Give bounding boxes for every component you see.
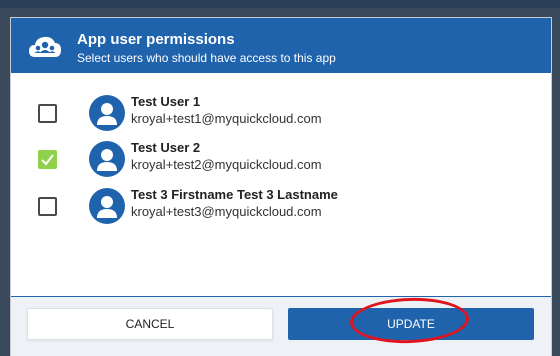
update-button[interactable]: UPDATE	[288, 308, 534, 340]
cancel-button[interactable]: CANCEL	[27, 308, 273, 340]
dialog-header: App user permissions Select users who sh…	[11, 18, 551, 73]
user-row: Test User 2 kroyal+test2@myquickcloud.co…	[11, 138, 551, 182]
user-name: Test User 1	[131, 94, 201, 109]
dialog-footer: CANCEL UPDATE	[11, 296, 551, 356]
user-email: kroyal+test1@myquickcloud.com	[131, 111, 322, 126]
background-window-strip	[0, 0, 560, 8]
users-cloud-icon	[29, 36, 61, 57]
app-user-permissions-dialog: App user permissions Select users who sh…	[10, 17, 552, 356]
user-checkbox[interactable]	[38, 150, 57, 169]
user-name: Test User 2	[131, 140, 201, 155]
user-row: Test User 1 kroyal+test1@myquickcloud.co…	[11, 92, 551, 136]
user-email: kroyal+test3@myquickcloud.com	[131, 204, 322, 219]
user-avatar-icon	[89, 95, 125, 131]
dialog-title: App user permissions	[77, 31, 235, 48]
checkmark-icon	[41, 154, 54, 166]
user-checkbox[interactable]	[38, 104, 57, 123]
user-avatar-icon	[89, 141, 125, 177]
dialog-subtitle: Select users who should have access to t…	[77, 51, 336, 65]
user-checkbox[interactable]	[38, 197, 57, 216]
user-row: Test 3 Firstname Test 3 Lastname kroyal+…	[11, 185, 551, 229]
user-email: kroyal+test2@myquickcloud.com	[131, 157, 322, 172]
user-name: Test 3 Firstname Test 3 Lastname	[131, 187, 338, 202]
user-avatar-icon	[89, 188, 125, 224]
